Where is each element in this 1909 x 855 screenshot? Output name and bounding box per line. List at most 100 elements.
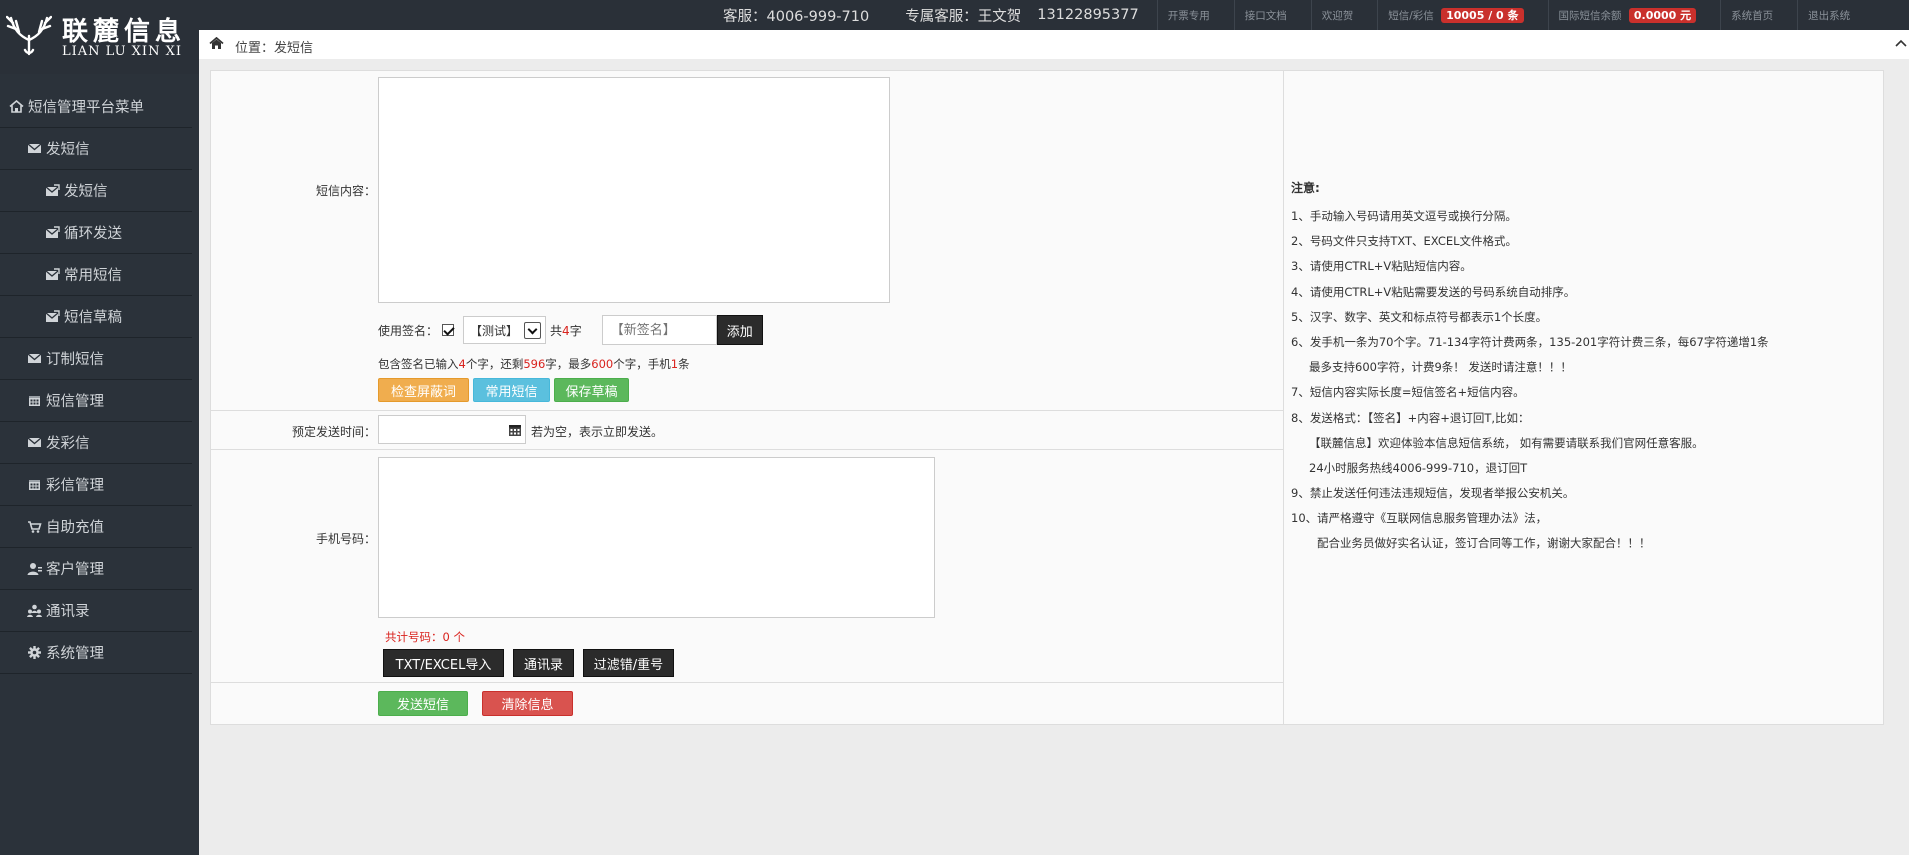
note-line: 9、禁止发送任何违法违规短信，发现者举报公安机关。: [1291, 486, 1575, 501]
count-typed: 4: [458, 357, 466, 371]
system-home-link[interactable]: 系统首页: [1721, 8, 1787, 23]
count-max: 600: [591, 357, 614, 371]
envelope-icon: [27, 437, 42, 447]
logout-link[interactable]: 退出系统: [1798, 8, 1864, 23]
filter-duplicates-button[interactable]: 过滤错/重号: [583, 649, 674, 677]
sidebar-item-send-sms-sub[interactable]: 发短信: [0, 170, 192, 212]
phone-numbers-textarea[interactable]: [378, 457, 935, 618]
intl-balance: 国际短信余额 0.0000 元: [1549, 7, 1711, 23]
signature-label: 使用签名：: [378, 323, 439, 338]
api-docs-link[interactable]: 接口文档: [1235, 8, 1301, 23]
exclusive-service-phone: 13122895377: [1037, 7, 1139, 23]
welcome-link[interactable]: 欢迎贺: [1312, 8, 1368, 23]
note-line: 最多支持600字符，计费9条！ 发送时请注意！！！: [1309, 360, 1572, 375]
intl-balance-badge: 0.0000 元: [1628, 8, 1697, 23]
add-signature-button[interactable]: 添加: [716, 315, 763, 345]
signature-count: 4: [562, 323, 570, 338]
sidebar-item-mms-management[interactable]: 彩信管理: [0, 464, 192, 506]
calendar-icon[interactable]: [508, 423, 522, 437]
sms-content-label: 短信内容：: [315, 184, 376, 198]
sidebar-item-send-mms[interactable]: 发彩信: [0, 422, 192, 464]
sidebar-item-loop-send[interactable]: 循环发送: [0, 212, 192, 254]
send-sms-button[interactable]: 发送短信: [378, 691, 468, 716]
envelope-send-icon: [45, 226, 60, 238]
common-sms-button[interactable]: 常用短信: [473, 378, 550, 402]
sidebar-item-sms-management[interactable]: 短信管理: [0, 380, 192, 422]
submit-buttons: 发送短信 清除信息: [378, 691, 573, 716]
sidebar-item-custom-sms[interactable]: 订制短信: [0, 338, 192, 380]
brand-logo-area: 联麓信息 LIAN LU XIN XI: [0, 0, 199, 74]
chevron-down-icon: [524, 321, 542, 339]
brand-name-cn: 联麓信息: [62, 17, 187, 47]
phone-numbers-row: 手机号码：: [211, 450, 1284, 683]
save-draft-button[interactable]: 保存草稿: [554, 378, 629, 402]
calendar-icon: [29, 396, 40, 406]
sidebar-item-customer-management[interactable]: 客户管理: [0, 548, 192, 590]
cart-icon: [28, 521, 42, 533]
new-signature-input[interactable]: [601, 315, 717, 345]
sidebar-item-send-sms[interactable]: 发短信: [0, 128, 192, 170]
send-sms-form: 短信内容： 使用签名： 【测试】 共4字 添加 包含签名已输入4个字，还剩596…: [211, 71, 1284, 724]
sidebar-item-sms-drafts[interactable]: 短信草稿: [0, 296, 192, 338]
sidebar-item-contacts[interactable]: 通讯录: [0, 590, 192, 632]
note-line: 24小时服务热线4006-999-710，退订回T: [1309, 460, 1528, 475]
top-bar: 客服：4006-999-710 专属客服：王文贺 13122895377 开票专…: [0, 0, 1909, 30]
content-action-buttons: 检查屏蔽词 常用短信 保存草稿: [378, 378, 629, 402]
use-signature-checkbox[interactable]: [442, 324, 455, 336]
signature-count-prefix: 共: [550, 323, 563, 338]
sidebar-item-label: 系统管理: [46, 646, 104, 662]
note-line: 5、汉字、数字、英文和标点符号都表示1个长度。: [1291, 309, 1548, 324]
envelope-send-icon: [45, 184, 60, 196]
note-line: 7、短信内容实际长度=短信签名+短信内容。: [1291, 385, 1525, 400]
sms-content-textarea[interactable]: [378, 77, 890, 303]
envelope-send-icon: [45, 268, 60, 280]
sidebar: 短信管理平台菜单 发短信 发短信 循环发送 常用短信 短信草稿 订制短信 短信管…: [0, 74, 199, 855]
breadcrumb-current[interactable]: 发短信: [274, 41, 313, 56]
breadcrumb-label: 位置：: [235, 41, 275, 56]
gear-icon: [28, 646, 41, 659]
note-line: 1、手动输入号码请用英文逗号或换行分隔。: [1291, 209, 1517, 223]
sidebar-item-label: 短信草稿: [64, 310, 122, 326]
brand-name-en: LIAN LU XIN XI: [62, 44, 182, 59]
envelope-send-icon: [45, 310, 60, 322]
contacts-button[interactable]: 通讯录: [513, 649, 574, 677]
chevron-up-icon[interactable]: [1895, 38, 1907, 50]
check-blocked-words-button[interactable]: 检查屏蔽词: [378, 378, 469, 402]
send-sms-panel: 短信内容： 使用签名： 【测试】 共4字 添加 包含签名已输入4个字，还剩596…: [210, 70, 1884, 725]
count-text: 个字，手机: [613, 357, 671, 371]
home-icon: [209, 37, 224, 49]
sidebar-item-label: 短信管理: [46, 394, 104, 410]
sidebar-item-label: 通讯录: [46, 604, 90, 620]
note-line: 配合业务员做好实名认证，签订合同等工作，谢谢大家配合！！！: [1317, 536, 1651, 551]
invoice-link[interactable]: 开票专用: [1158, 8, 1224, 23]
signature-select[interactable]: 【测试】: [463, 316, 547, 344]
sidebar-item-label: 常用短信: [64, 268, 122, 284]
sidebar-item-label: 彩信管理: [46, 478, 104, 494]
schedule-time-input[interactable]: [378, 415, 526, 444]
import-txt-excel-button[interactable]: TXT/EXCEL导入: [383, 649, 504, 677]
top-bar-items: 客服：4006-999-710 专属客服：王文贺 13122895377 开票专…: [715, 0, 1864, 30]
sidebar-menu: 短信管理平台菜单 发短信 发短信 循环发送 常用短信 短信草稿 订制短信 短信管…: [0, 86, 192, 674]
count-text: 包含签名已输入: [378, 357, 459, 371]
signature-line: 使用签名： 【测试】 共4字 添加: [378, 315, 763, 345]
total-numbers: 共计号码：0 个: [385, 630, 465, 644]
note-line: 【联麓信息】欢迎体验本信息短信系统， 如有需要请联系我们官网任意客服。: [1309, 435, 1704, 450]
users-icon: [27, 604, 42, 617]
sidebar-item-system-management[interactable]: 系统管理: [0, 632, 192, 674]
customer-service-phone: 客服：4006-999-710: [723, 8, 870, 25]
sidebar-item-label: 订制短信: [46, 352, 104, 368]
breadcrumb: 位置：发短信: [199, 30, 1909, 59]
intl-balance-label: 国际短信余额: [1558, 10, 1622, 22]
deer-antler-logo-icon: [6, 15, 52, 56]
sidebar-item-common-sms[interactable]: 常用短信: [0, 254, 192, 296]
breadcrumb-text: 位置：发短信: [235, 37, 313, 56]
clear-info-button[interactable]: 清除信息: [482, 691, 573, 716]
sms-balance: 短信/彩信 10005 / 0 条: [1378, 7, 1537, 23]
sidebar-item-menu-header[interactable]: 短信管理平台菜单: [0, 86, 192, 128]
notes-title: 注意:: [1291, 181, 1320, 195]
sidebar-item-recharge[interactable]: 自助充值: [0, 506, 192, 548]
note-line: 2、号码文件只支持TXT、EXCEL文件格式。: [1291, 234, 1518, 249]
count-text: 条: [678, 357, 690, 371]
exclusive-service: 专属客服：王文贺: [905, 8, 1022, 25]
sidebar-item-label: 发短信: [46, 142, 90, 158]
